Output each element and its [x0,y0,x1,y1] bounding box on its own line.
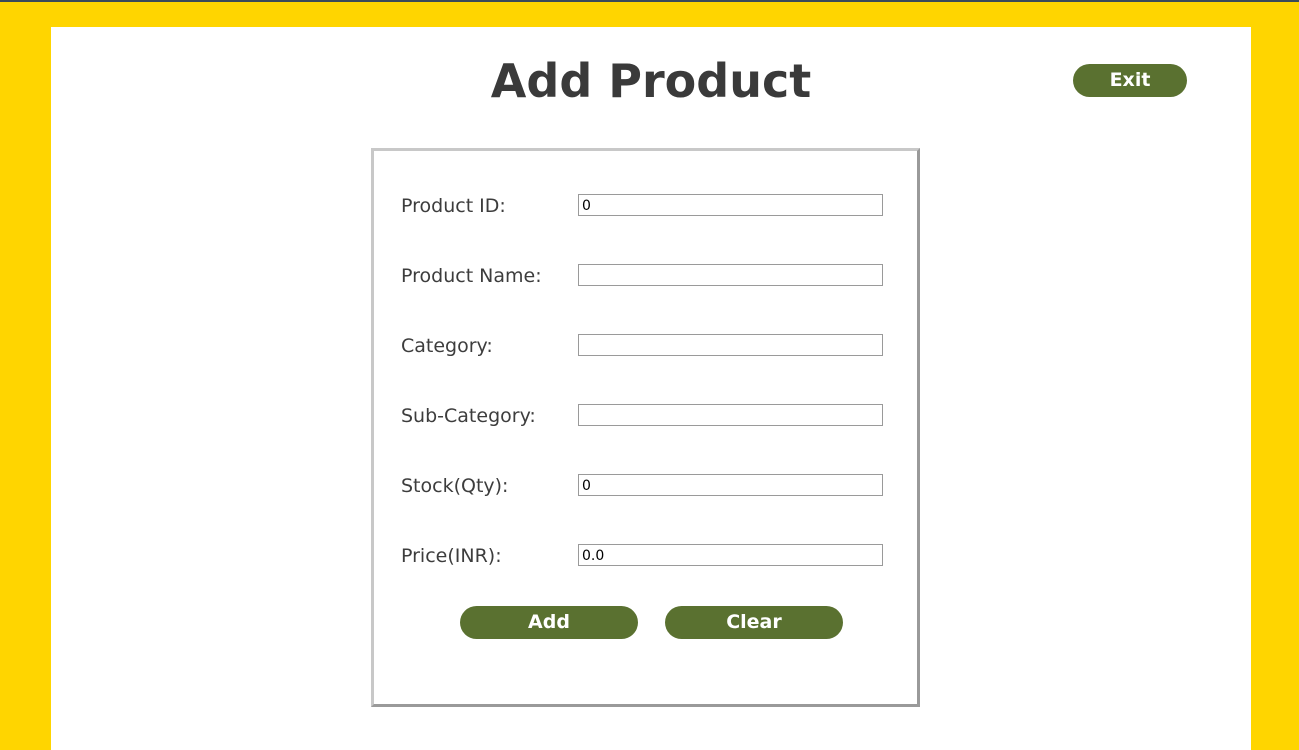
sub-category-input[interactable] [578,404,883,426]
product-form: Product ID: Product Name: Category: Sub-… [371,148,920,707]
clear-button[interactable]: Clear [665,606,843,639]
stock-input[interactable] [578,474,883,496]
page-title: Add Product [490,54,812,108]
product-id-label: Product ID: [401,195,506,217]
form-row-sub-category: Sub-Category: [374,404,917,428]
category-label: Category: [401,335,493,357]
main-panel: Add Product Exit Product ID: Product Nam… [51,27,1251,750]
product-name-input[interactable] [578,264,883,286]
stock-label: Stock(Qty): [401,475,509,497]
price-label: Price(INR): [401,545,502,567]
product-name-label: Product Name: [401,265,542,287]
form-row-product-name: Product Name: [374,264,917,288]
category-input[interactable] [578,334,883,356]
product-id-input[interactable] [578,194,883,216]
form-row-product-id: Product ID: [374,194,917,218]
form-row-price: Price(INR): [374,544,917,568]
form-row-category: Category: [374,334,917,358]
price-input[interactable] [578,544,883,566]
exit-button[interactable]: Exit [1073,64,1187,97]
form-row-stock: Stock(Qty): [374,474,917,498]
add-button[interactable]: Add [460,606,638,639]
sub-category-label: Sub-Category: [401,405,536,427]
window-top-edge [0,0,1299,2]
